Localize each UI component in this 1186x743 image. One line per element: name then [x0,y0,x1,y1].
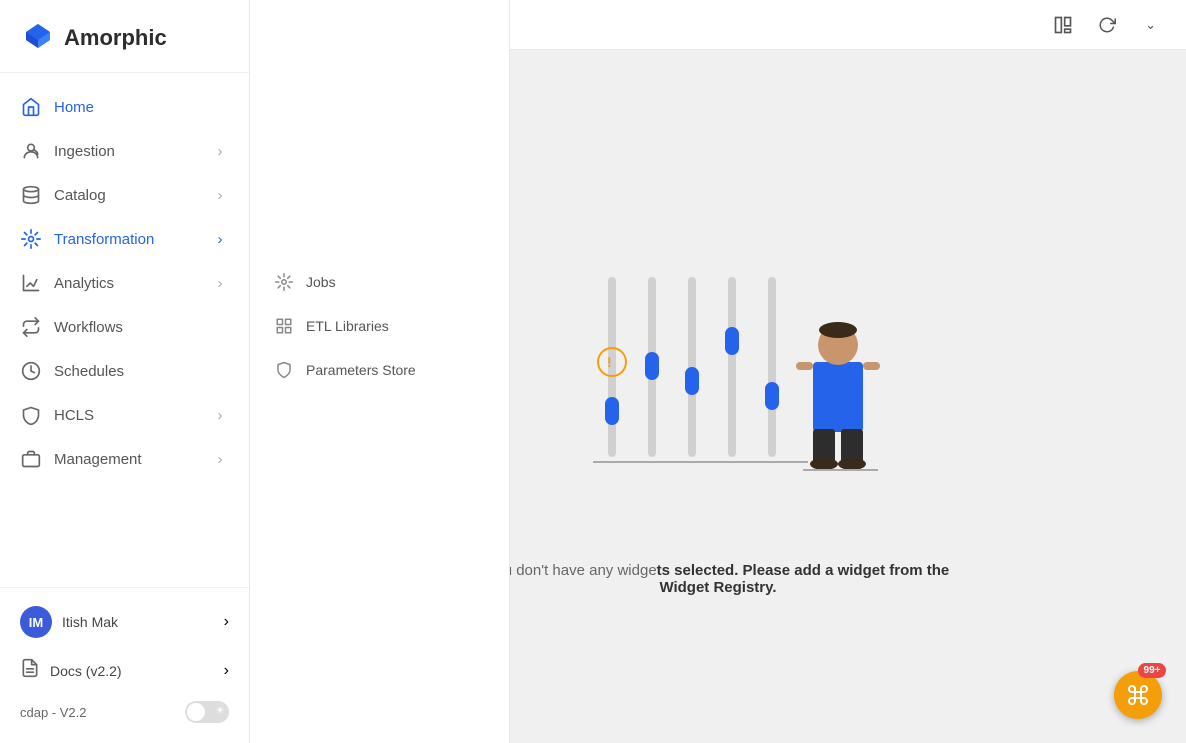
chevron-right-icon-transformation: › [211,230,229,248]
parameters-store-icon [274,360,294,380]
docs-item[interactable]: Docs (v2.2) › [0,648,249,693]
sidebar-item-label-ingestion: Ingestion [54,143,211,160]
toggle-sun-icon: ☀ [215,704,225,717]
etl-libraries-icon [274,316,294,336]
toggle-knob [187,703,205,721]
chevron-right-icon-catalog: › [211,186,229,204]
fab-container: 99+ [1114,671,1162,719]
sidebar-item-label-workflows: Workflows [54,319,229,336]
sidebar-item-catalog[interactable]: Catalog › [0,173,249,217]
sidebar-item-label-hcls: HCLS [54,407,211,424]
empty-state-text-part1: You don't have any widge [487,562,657,579]
management-icon [20,448,42,470]
sidebar-item-label-analytics: Analytics [54,275,211,292]
user-name: Itish Mak [62,614,224,630]
version-text: cdap - V2.2 [20,705,87,720]
refresh-button[interactable] [1091,9,1123,41]
transformation-dropdown-panel: Jobs ETL Libraries Parameters Store [250,0,510,743]
sidebar-item-analytics[interactable]: Analytics › [0,261,249,305]
fab-badge: 99+ [1138,663,1166,678]
empty-state-message: You don't have any widgets selected. Ple… [468,562,968,596]
sidebar-item-label-transformation: Transformation [54,231,211,248]
dropdown-item-etl-libraries[interactable]: ETL Libraries [250,304,509,348]
sidebar-bottom: IM Itish Mak › Docs (v2.2) › cdap - V2.2 [0,587,249,743]
empty-state-illustration: ! [548,197,888,542]
sidebar: Amorphic Home Ingestion › [0,0,250,743]
dropdown-item-params-label: Parameters Store [306,362,416,378]
sidebar-item-schedules[interactable]: Schedules [0,349,249,393]
version-bar: cdap - V2.2 ☀ [0,693,249,735]
amorphic-logo-icon [20,20,56,56]
logo-container: Amorphic [0,0,249,73]
chevron-right-icon-analytics: › [211,274,229,292]
hcls-icon [20,404,42,426]
chevron-right-icon-docs: › [224,662,229,680]
sidebar-item-label-home: Home [54,99,229,116]
home-icon [20,96,42,118]
theme-toggle[interactable]: ☀ [185,701,229,723]
sidebar-item-hcls[interactable]: HCLS › [0,393,249,437]
user-profile-item[interactable]: IM Itish Mak › [0,596,249,648]
logo-text: Amorphic [64,25,167,51]
dropdown-item-jobs-label: Jobs [306,274,336,290]
sidebar-item-label-catalog: Catalog [54,187,211,204]
chevron-right-icon-management: › [211,450,229,468]
sidebar-item-transformation[interactable]: Transformation › [0,217,249,261]
chevron-right-icon-user: › [224,613,229,631]
transformation-icon [20,228,42,250]
dropdown-item-jobs[interactable]: Jobs [250,260,509,304]
sidebar-item-label-management: Management [54,451,211,468]
fab-button[interactable] [1114,671,1162,719]
chevron-right-icon: › [211,142,229,160]
jobs-icon [274,272,294,292]
illustration-svg: ! [548,197,888,537]
docs-icon [20,658,40,683]
schedules-icon [20,360,42,382]
catalog-icon [20,184,42,206]
sidebar-item-workflows[interactable]: Workflows [0,305,249,349]
dropdown-item-parameters-store[interactable]: Parameters Store [250,348,509,392]
user-avatar: IM [20,606,52,638]
widget-registry-dropdown[interactable]: ⌄ [1135,13,1166,37]
sidebar-item-ingestion[interactable]: Ingestion › [0,129,249,173]
analytics-icon [20,272,42,294]
sidebar-item-label-schedules: Schedules [54,363,229,380]
svg-text:!: ! [607,354,612,370]
dropdown-item-etl-label: ETL Libraries [306,318,389,334]
sidebar-nav: Home Ingestion › Catal [0,73,249,587]
sidebar-item-home[interactable]: Home [0,85,249,129]
workflows-icon [20,316,42,338]
docs-label: Docs (v2.2) [50,663,224,679]
command-icon [1126,683,1150,707]
layout-toggle-button[interactable] [1047,9,1079,41]
empty-state-text-bold: ts selected. Please add a widget from th… [657,562,950,596]
chevron-right-icon-hcls: › [211,406,229,424]
sidebar-item-management[interactable]: Management › [0,437,249,481]
chevron-down-icon: ⌄ [1145,17,1156,33]
ingestion-icon [20,140,42,162]
